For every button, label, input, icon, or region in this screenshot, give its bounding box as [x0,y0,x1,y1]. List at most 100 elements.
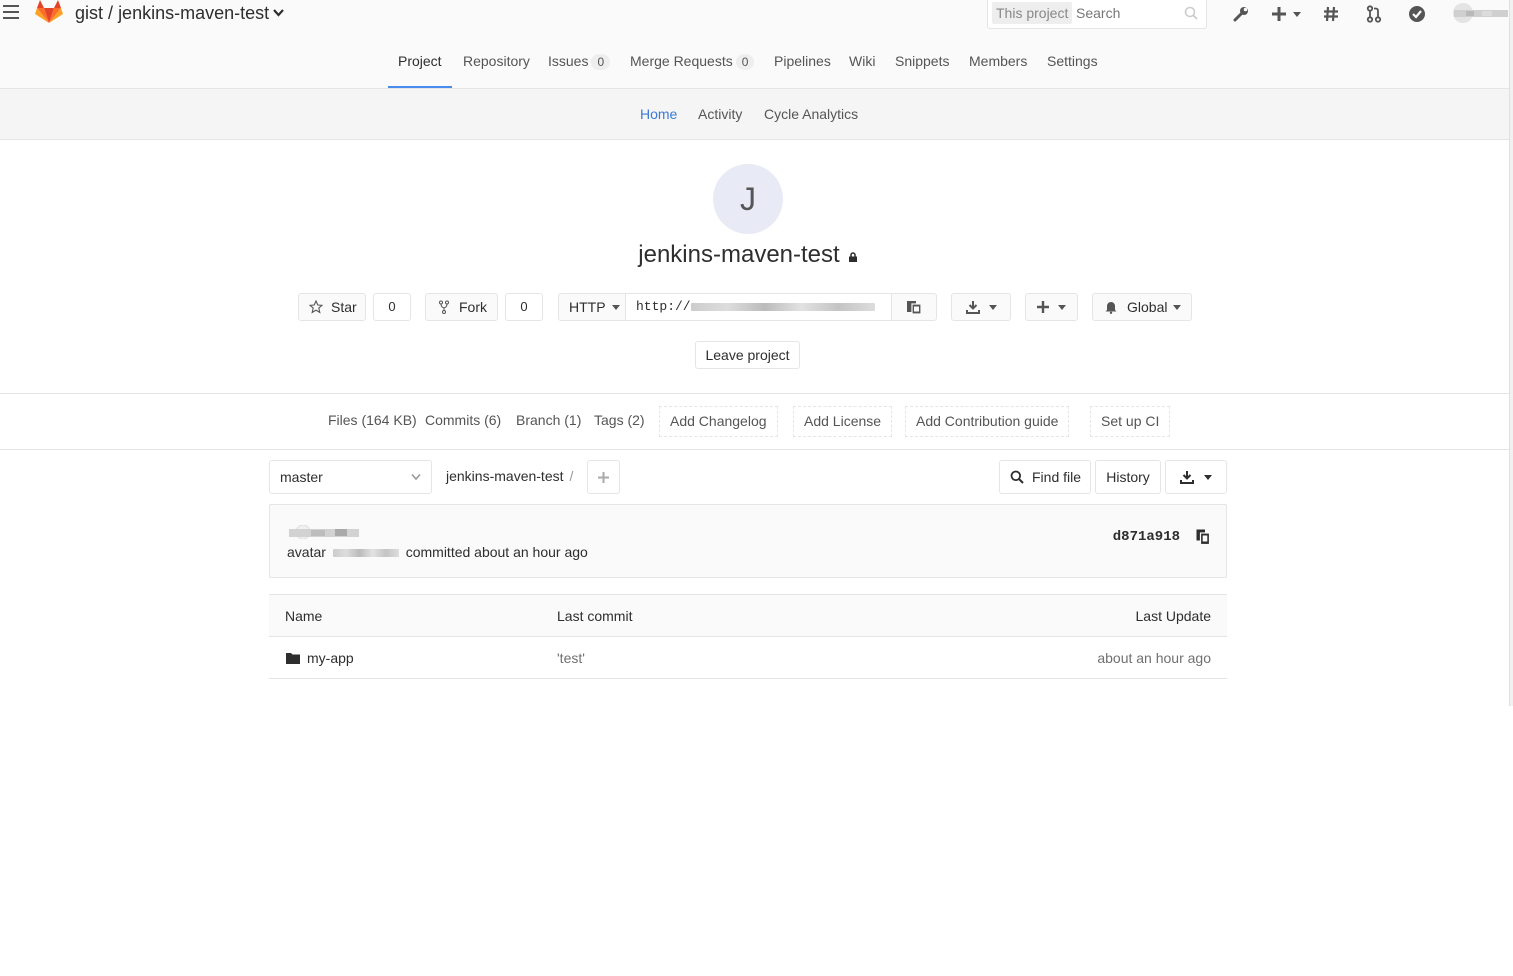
project-subnav: Home Activity Cycle Analytics [0,89,1510,140]
tab-project[interactable]: Project [388,40,452,88]
branches-link[interactable]: Branch (1) [516,412,581,428]
plus-icon [1037,301,1049,313]
project-nav: Project Repository Issues 0 Merge Request… [0,40,1510,89]
fork-count[interactable]: 0 [505,293,543,321]
branch-selector[interactable]: master [269,460,432,494]
tab-wiki[interactable]: Wiki [849,40,875,88]
file-name[interactable]: my-app [307,650,354,666]
project-avatar: J [713,164,783,234]
star-count[interactable]: 0 [373,293,411,321]
issues-hash-icon[interactable] [1322,3,1340,25]
protocol-label: HTTP [569,299,606,315]
menu-icon[interactable] [3,5,19,19]
tab-pipelines[interactable]: Pipelines [774,40,831,88]
top-header: gist / jenkins-maven-test This project [0,0,1513,40]
clone-url-input[interactable]: http:// [625,293,892,321]
todos-check-icon[interactable] [1408,3,1426,25]
notification-label: Global [1127,299,1168,315]
files-link[interactable]: Files (164 KB) [328,412,417,428]
add-license-link[interactable]: Add License [793,406,893,437]
commit-meta: avatar committed about an hour ago [287,544,588,560]
tab-label: Snippets [895,53,950,69]
star-label: Star [331,299,357,315]
last-commit-box: avatar committed about an hour ago d871a… [269,504,1227,578]
add-to-tree-button[interactable] [587,460,620,494]
chevron-down-icon [411,473,421,481]
commits-link[interactable]: Commits (6) [425,412,501,428]
tab-settings[interactable]: Settings [1047,40,1098,88]
project-breadcrumb[interactable]: gist / jenkins-maven-test [75,3,284,24]
fork-button[interactable]: Fork [425,293,498,321]
tab-issues[interactable]: Issues 0 [548,40,611,88]
table-header: Name Last commit Last Update [269,594,1227,637]
branch-name: master [280,469,323,485]
download-archive-dropdown[interactable] [1165,460,1227,494]
project-title: jenkins-maven-test [0,241,1496,269]
clipboard-icon [907,300,922,315]
lock-icon [848,252,857,262]
new-item-plus-icon[interactable] [1271,3,1301,25]
leave-project-button[interactable]: Leave project [695,341,800,369]
fork-icon [439,300,449,314]
subtab-activity[interactable]: Activity [698,89,742,139]
namespace-link[interactable]: gist [75,3,103,23]
find-file-button[interactable]: Find file [999,460,1091,494]
tab-label: Settings [1047,53,1098,69]
breadcrumb-separator: / [108,3,114,23]
subtab-cycle-analytics[interactable]: Cycle Analytics [764,89,858,139]
copy-url-button[interactable] [891,293,937,321]
tab-snippets[interactable]: Snippets [895,40,949,88]
download-dropdown[interactable] [951,293,1011,321]
notification-dropdown[interactable]: Global [1092,293,1192,321]
admin-wrench-icon[interactable] [1232,3,1250,25]
project-link[interactable]: jenkins-maven-test [118,3,269,23]
commit-title-redacted[interactable] [287,525,363,539]
file-tree-table: Name Last commit Last Update my-app 'tes… [269,594,1227,679]
download-icon [965,301,980,314]
tab-repository[interactable]: Repository [463,40,530,88]
user-avatar[interactable] [1452,2,1510,24]
search-input[interactable] [1076,2,1176,24]
chevron-down-icon[interactable] [273,9,284,17]
clipboard-icon[interactable] [1196,529,1210,545]
merge-requests-icon[interactable] [1366,3,1382,25]
caret-down-icon [1173,304,1182,310]
file-name-cell[interactable]: my-app [286,637,354,679]
history-button[interactable]: History [1095,460,1161,494]
divider [0,393,1510,394]
star-icon [309,300,323,314]
setup-ci-link[interactable]: Set up CI [1090,406,1171,437]
avatar-alt-text: avatar [287,544,326,560]
table-row[interactable]: my-app 'test' about an hour ago [269,637,1227,679]
issues-count-badge: 0 [591,54,611,70]
tab-members[interactable]: Members [969,40,1027,88]
commit-message-cell[interactable]: 'test' [557,637,585,679]
star-button[interactable]: Star [298,293,366,321]
download-icon [1180,471,1194,484]
gitlab-logo-icon[interactable] [34,0,64,24]
tab-label: Issues [548,53,589,69]
search-icon [1184,6,1198,20]
tags-link[interactable]: Tags (2) [594,412,645,428]
subtab-home[interactable]: Home [640,89,677,139]
add-changelog-link[interactable]: Add Changelog [659,406,778,437]
add-new-dropdown[interactable] [1025,293,1078,321]
column-last-update: Last Update [1135,608,1212,624]
folder-icon [286,653,300,664]
tab-merge-requests[interactable]: Merge Requests 0 [630,40,755,88]
clone-protocol-dropdown[interactable]: HTTP [558,293,626,321]
commit-sha[interactable]: d871a918 [1113,529,1180,545]
path-separator: / [569,468,574,484]
caret-down-icon [611,304,620,310]
search-scope-badge[interactable]: This project [992,2,1073,24]
tab-label: Repository [463,53,530,69]
page-scrollbar[interactable] [1509,0,1513,706]
repo-root-link[interactable]: jenkins-maven-test [446,468,564,484]
redacted-author[interactable] [332,549,399,558]
path-breadcrumb: jenkins-maven-test / [446,468,573,484]
tab-label: Pipelines [774,53,831,69]
project-name: jenkins-maven-test [638,241,840,268]
add-contribution-guide-link[interactable]: Add Contribution guide [905,406,1070,437]
search-box: This project [987,0,1207,29]
tab-label: Wiki [849,53,876,69]
